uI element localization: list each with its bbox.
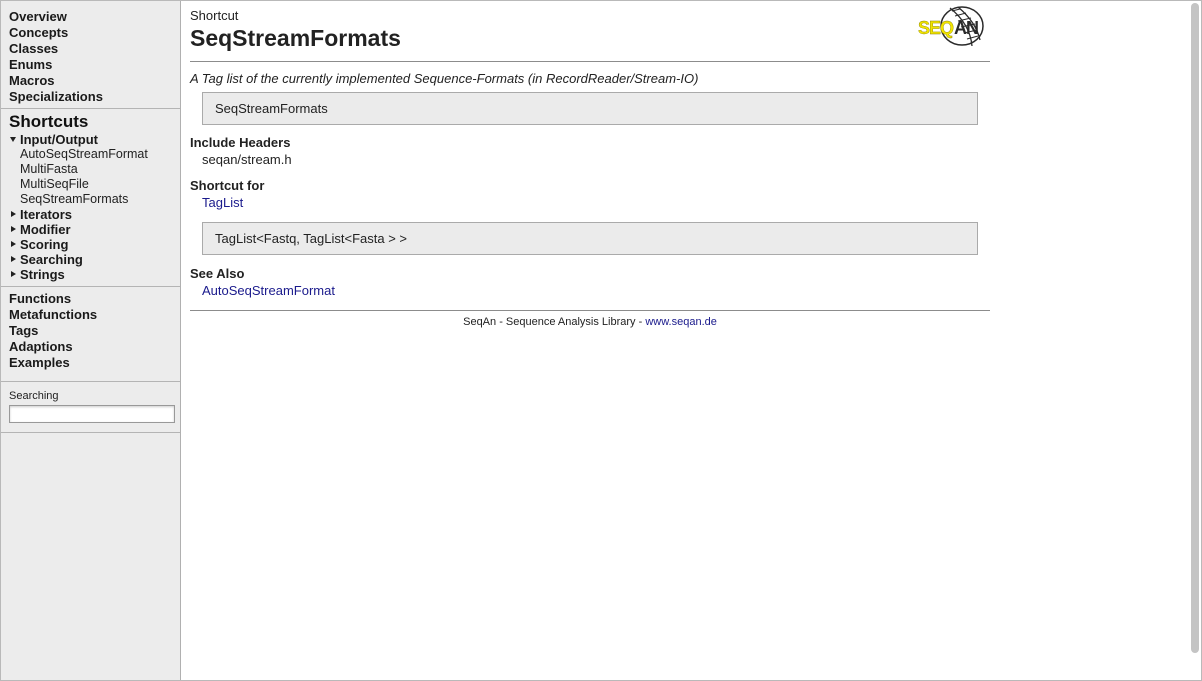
shortcut-item-seqstreamformats[interactable]: SeqStreamFormats — [9, 192, 180, 207]
category-searching[interactable]: Searching — [9, 252, 180, 267]
footer: SeqAn - Sequence Analysis Library - www.… — [190, 316, 990, 328]
divider — [190, 61, 990, 62]
description: A Tag list of the currently implemented … — [190, 71, 699, 86]
category-label: Modifier — [20, 222, 71, 237]
category-label: Strings — [20, 267, 65, 282]
nav-metafunctions[interactable]: Metafunctions — [9, 307, 180, 323]
shortcut-item-autoseqstreamformat[interactable]: AutoSeqStreamFormat — [9, 147, 180, 162]
shortcut-item-multiseqfile[interactable]: MultiSeqFile — [9, 177, 180, 192]
triangle-right-icon — [11, 271, 16, 277]
signature-box: SeqStreamFormats — [202, 92, 978, 125]
search-label: Searching — [9, 390, 59, 402]
sidebar-search: Searching — [1, 382, 180, 433]
nav-concepts[interactable]: Concepts — [9, 25, 180, 41]
category-label: Input/Output — [20, 132, 98, 147]
entry-kind: Shortcut — [190, 8, 239, 23]
category-input-output[interactable]: Input/Output — [9, 132, 180, 147]
nav-macros[interactable]: Macros — [9, 73, 180, 89]
search-input[interactable] — [9, 405, 175, 423]
category-strings[interactable]: Strings — [9, 267, 180, 282]
sidebar: Overview Concepts Classes Enums Macros S… — [1, 1, 181, 680]
see-also-heading: See Also — [190, 266, 245, 281]
category-scoring[interactable]: Scoring — [9, 237, 180, 252]
page-title: SeqStreamFormats — [190, 25, 401, 51]
see-also-link-autoseqstreamformat[interactable]: AutoSeqStreamFormat — [202, 283, 335, 298]
include-header-value: seqan/stream.h — [202, 152, 292, 167]
svg-text:AN: AN — [954, 18, 978, 38]
shortcut-item-multifasta[interactable]: MultiFasta — [9, 162, 180, 177]
nav-functions[interactable]: Functions — [9, 291, 180, 307]
nav-tags[interactable]: Tags — [9, 323, 180, 339]
nav-overview[interactable]: Overview — [9, 9, 180, 25]
include-headers-heading: Include Headers — [190, 135, 291, 150]
category-iterators[interactable]: Iterators — [9, 207, 180, 222]
nav-classes[interactable]: Classes — [9, 41, 180, 57]
footer-divider — [190, 310, 990, 311]
taglist-link[interactable]: TagList — [202, 195, 243, 210]
shortcuts-heading[interactable]: Shortcuts — [9, 111, 180, 132]
sidebar-shortcuts: Shortcuts Input/Output AutoSeqStreamForm… — [1, 109, 180, 287]
triangle-right-icon — [11, 241, 16, 247]
category-label: Scoring — [20, 237, 69, 252]
triangle-right-icon — [11, 211, 16, 217]
nav-specializations[interactable]: Specializations — [9, 89, 180, 105]
nav-examples[interactable]: Examples — [9, 355, 180, 371]
scrollbar[interactable] — [1191, 3, 1199, 653]
shortcut-code-box: TagList<Fastq, TagList<Fasta > > — [202, 222, 978, 255]
footer-text: SeqAn - Sequence Analysis Library - — [463, 316, 646, 328]
nav-enums[interactable]: Enums — [9, 57, 180, 73]
triangle-right-icon — [11, 256, 16, 262]
sidebar-top-links: Overview Concepts Classes Enums Macros S… — [1, 1, 180, 109]
footer-link[interactable]: www.seqan.de — [645, 316, 717, 328]
logo-text: SEQ — [918, 18, 954, 38]
sidebar-bottom-links: Functions Metafunctions Tags Adaptions E… — [1, 287, 180, 382]
shortcut-for-heading: Shortcut for — [190, 178, 265, 193]
seqan-logo: SEQ AN — [914, 2, 990, 48]
triangle-right-icon — [11, 226, 16, 232]
triangle-down-icon — [10, 137, 16, 142]
category-modifier[interactable]: Modifier — [9, 222, 180, 237]
category-label: Searching — [20, 252, 83, 267]
main-content: Shortcut SeqStreamFormats A Tag list of … — [190, 8, 990, 328]
nav-adaptions[interactable]: Adaptions — [9, 339, 180, 355]
category-label: Iterators — [20, 207, 73, 222]
